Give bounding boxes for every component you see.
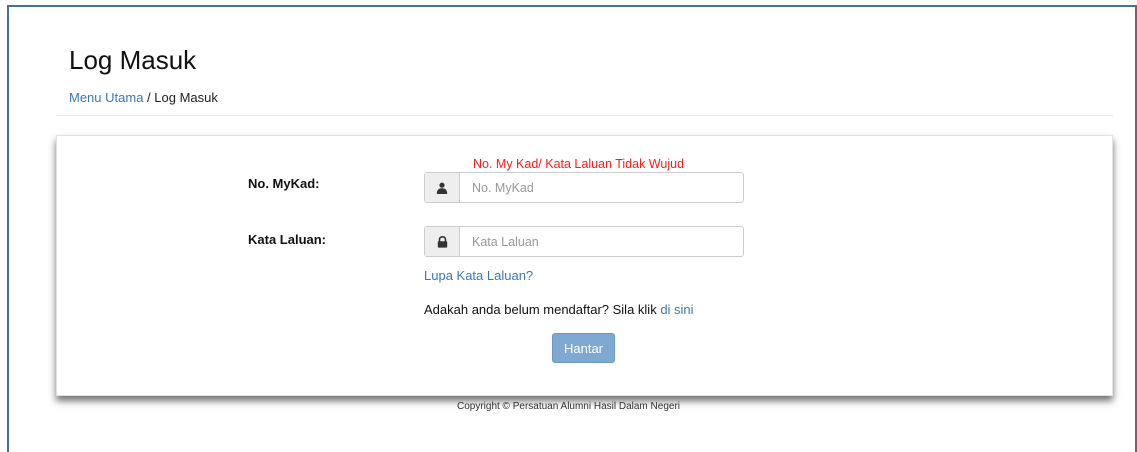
mykad-input[interactable] [460,173,743,202]
register-prompt: Adakah anda belum mendaftar? Sila klik d… [424,302,694,317]
user-icon [425,173,460,202]
breadcrumb: Menu Utama / Log Masuk [69,90,218,105]
password-input-group [424,226,744,257]
lock-icon [425,227,460,256]
register-prompt-text: Adakah anda belum mendaftar? Sila klik [424,302,661,317]
submit-button[interactable]: Hantar [552,333,615,363]
error-message: No. My Kad/ Kata Laluan Tidak Wujud [473,157,684,171]
register-link[interactable]: di sini [660,302,693,317]
page-title: Log Masuk [69,45,197,75]
footer-copyright: Copyright © Persatuan Alumni Hasil Dalam… [456,401,681,412]
mykad-input-group [424,172,744,203]
forgot-password-link[interactable]: Lupa Kata Laluan? [424,268,533,283]
breadcrumb-current: Log Masuk [154,90,218,105]
header-divider [56,115,1113,116]
breadcrumb-separator: / [143,90,155,105]
password-label: Kata Laluan: [248,232,327,247]
mykad-label: No. MyKad: [248,176,320,191]
password-input[interactable] [460,227,743,256]
breadcrumb-home-link[interactable]: Menu Utama [69,90,143,105]
